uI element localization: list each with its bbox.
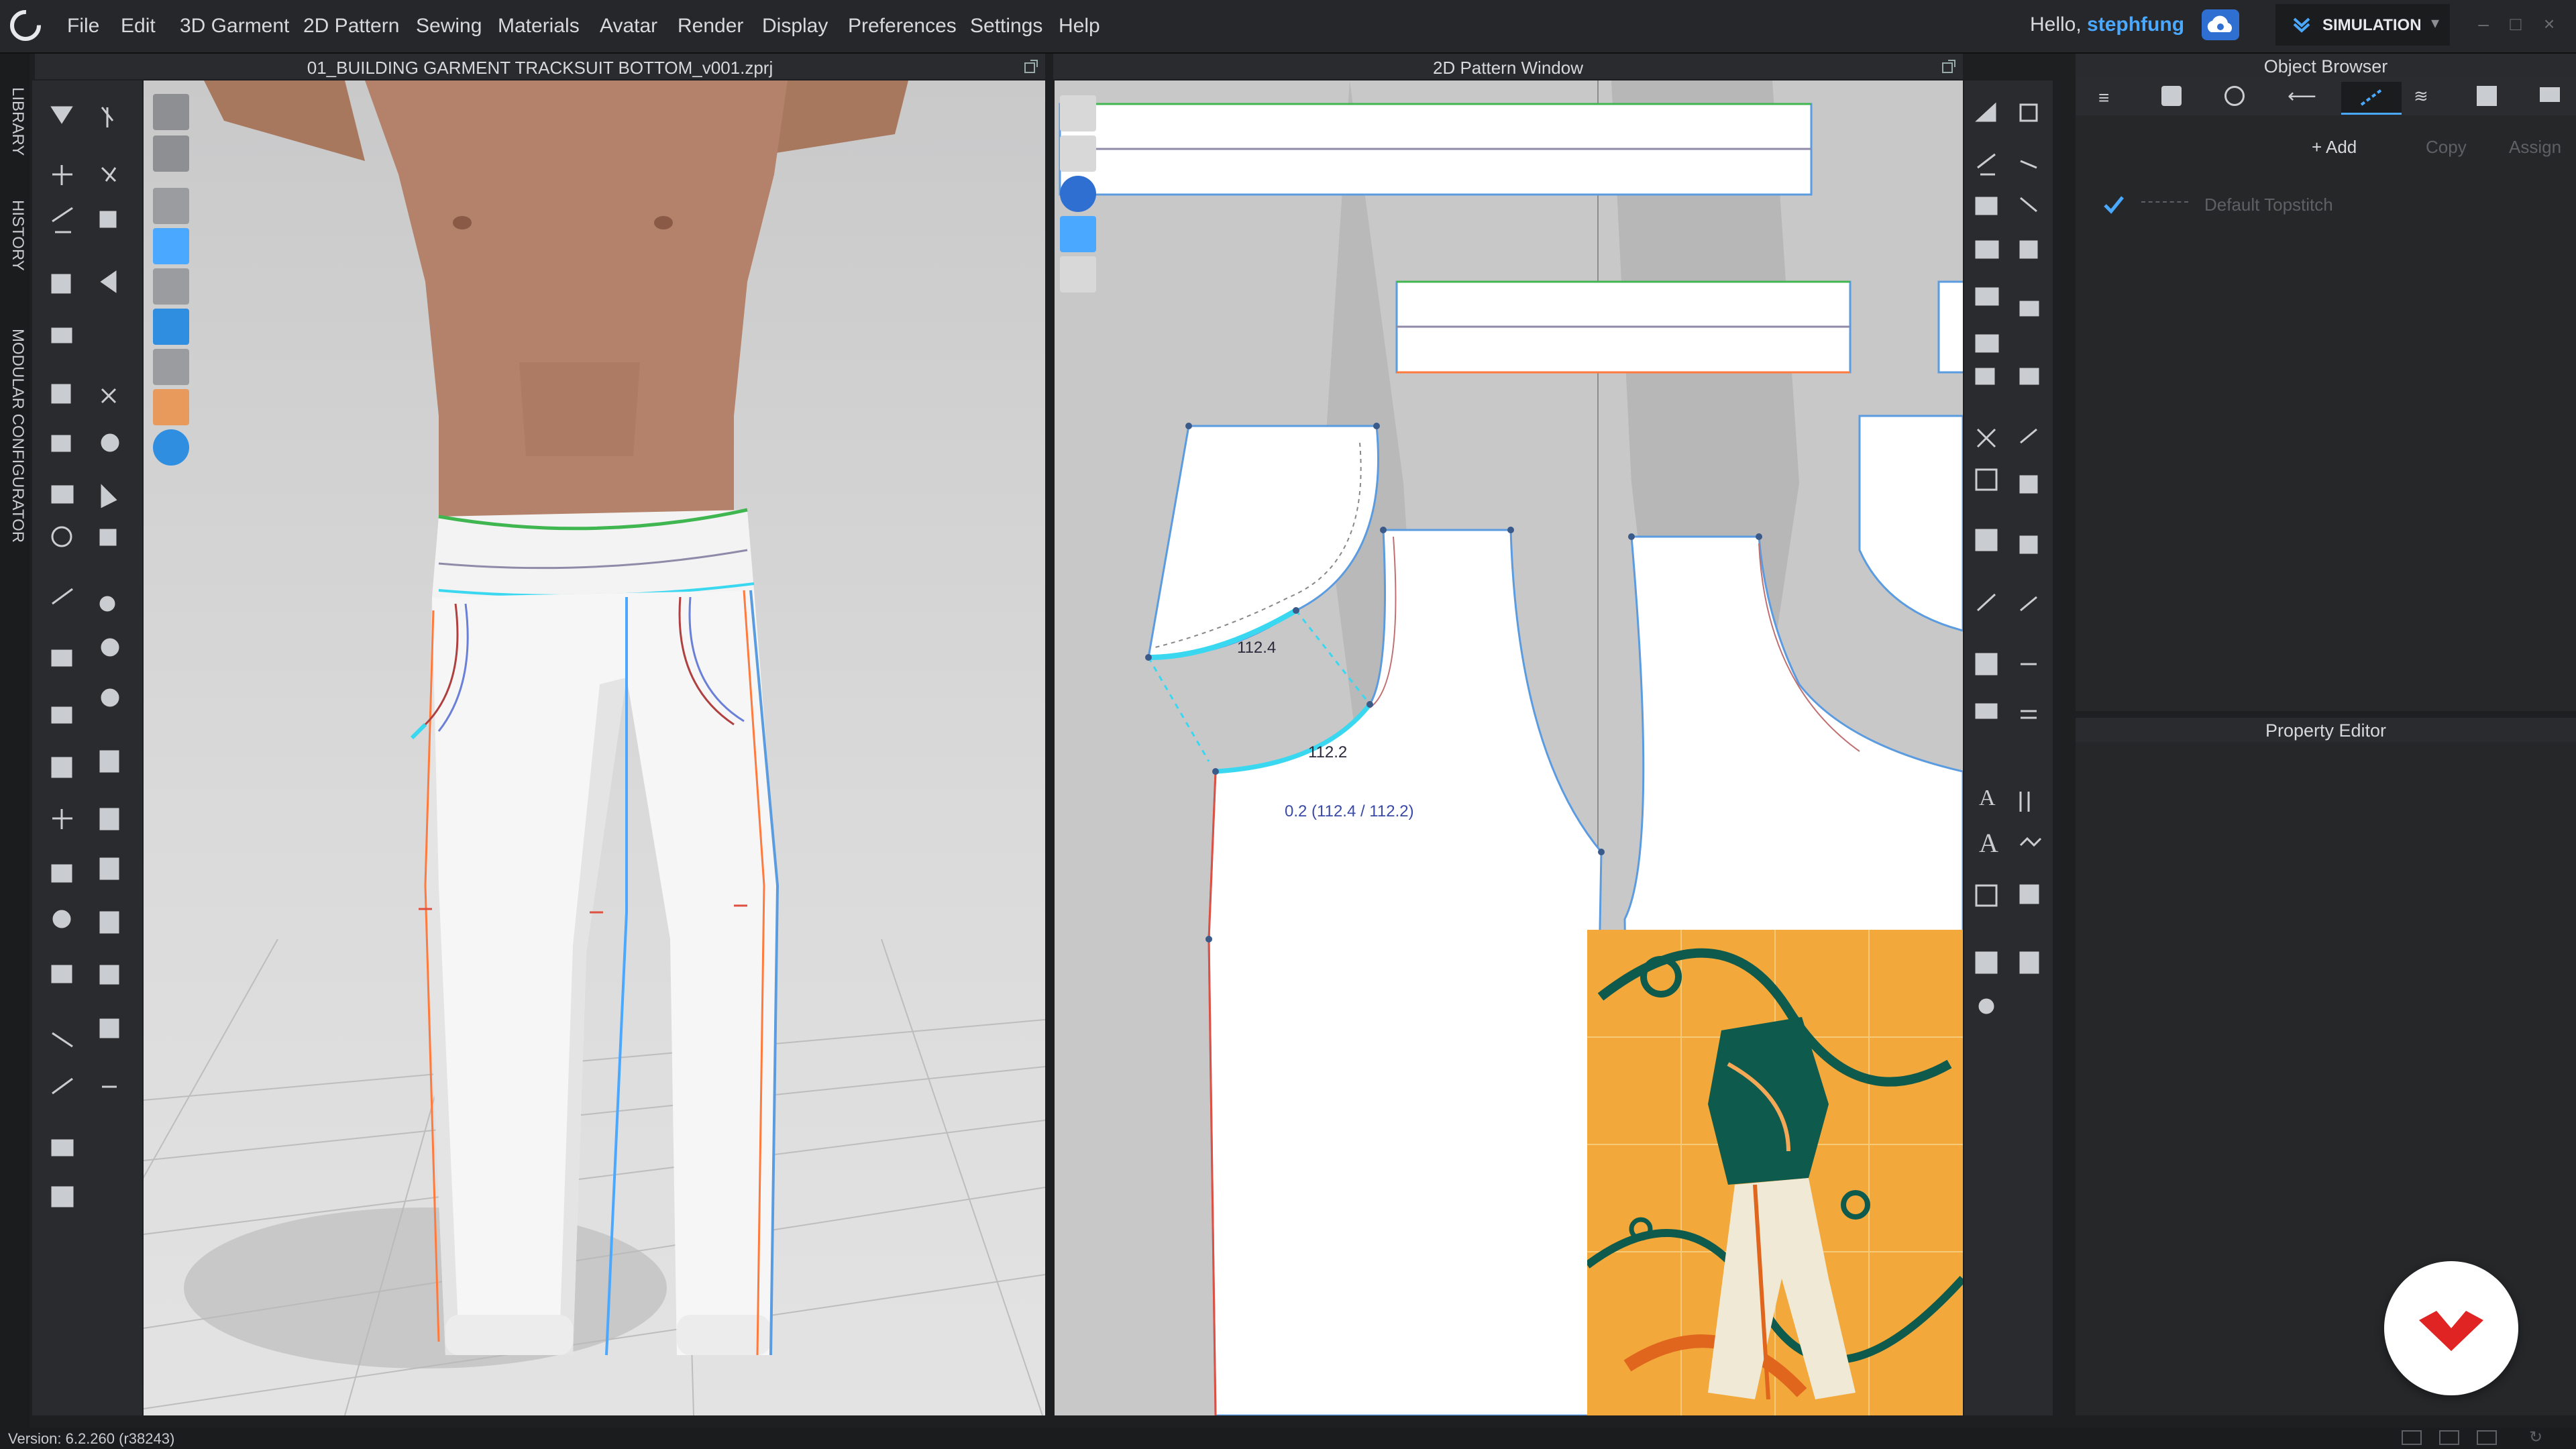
3d-window-title: 01_BUILDING GARMENT TRACKSUIT BOTTOM_v00… [307,58,773,78]
fabric-icon[interactable] [2161,86,2182,106]
menu-settings[interactable]: Settings [970,15,1042,38]
greeting-prefix: Hello, [2030,13,2082,36]
topstitch-icon [2360,89,2383,106]
tab-library[interactable]: LIBRARY [3,87,27,156]
button-icon[interactable] [2224,86,2245,106]
lock-icon[interactable] [1060,256,1096,292]
object-browser-tabs: ≡ ⟵ ≋ [2076,78,2576,115]
cloud-icon [2207,15,2233,32]
undock-icon[interactable] [1941,59,1956,74]
object-browser-panel: ≡ ⟵ ≋ + Add Copy Assign Default Topstitc… [2076,78,2576,711]
menu-materials[interactable]: Materials [498,15,580,38]
topstitch-name: Default Topstitch [2204,195,2333,215]
add-button[interactable]: + Add [2312,137,2357,166]
tab-history[interactable]: HISTORY [3,200,27,271]
maximize-icon[interactable]: □ [2504,12,2528,36]
username: stephfung [2087,13,2185,36]
minimize-icon[interactable]: – [2471,12,2496,36]
measure-label-b: 112.2 [1308,743,1348,761]
menu-edit[interactable]: Edit [121,15,156,38]
pattern-shirt-icon[interactable] [1060,136,1096,172]
garment-view-icon[interactable] [153,136,189,172]
property-editor-title: Property Editor [2265,720,2387,741]
trim-icon[interactable] [2477,86,2497,106]
app-logo-icon[interactable] [5,5,46,46]
avatar-skin-icon[interactable] [153,389,189,425]
3d-window-titlebar: 01_BUILDING GARMENT TRACKSUIT BOTTOM_v00… [35,54,1045,79]
2d-window-title: 2D Pattern Window [1433,58,1583,78]
avatar-pose-icon[interactable] [153,268,189,305]
2d-toolbar: A A [1964,80,2053,1415]
measure-label-a: 112.4 [1237,639,1277,657]
3d-viewport[interactable] [144,80,1045,1415]
2d-layout-icon[interactable] [2477,1430,2497,1445]
menu-preferences[interactable]: Preferences [848,15,957,38]
info-icon[interactable] [1060,176,1096,212]
menu-help[interactable]: Help [1059,15,1100,38]
3d-tool-icons [50,106,119,1208]
menu-file[interactable]: File [67,15,99,38]
3d-toolbar [32,80,142,1415]
2d-window-titlebar: 2D Pattern Window [1053,54,1963,79]
object-browser-title: Object Browser [2263,56,2388,76]
dropdown-arrow-icon: ▾ [2431,14,2440,32]
avatar-with-garment [204,80,908,1356]
list-icon[interactable]: ≡ [2098,87,2109,109]
status-bar: Version: 6.2.260 (r38243) ↻ [0,1428,2576,1449]
version-label: Version: 6.2.260 (r38243) [8,1430,175,1447]
property-editor-panel [2076,742,2576,1415]
menu-render[interactable]: Render [678,15,743,38]
pattern-outline-icon[interactable] [1060,95,1096,131]
layout-icon[interactable] [2402,1430,2422,1445]
list-item[interactable]: Default Topstitch [2102,189,2559,223]
menu-3d-garment[interactable]: 3D Garment [180,15,289,38]
topstitch-preview [2141,201,2188,203]
object-browser-titlebar: Object Browser [2076,54,2576,78]
pattern-display-icon[interactable] [153,228,189,264]
property-editor-titlebar: Property Editor [2076,718,2576,742]
environment-icon[interactable] [153,429,189,466]
texture-icon[interactable] [1060,216,1096,252]
puckering-icon[interactable]: ≋ [2414,86,2428,107]
avatar-view-icon[interactable] [153,94,189,130]
brand-logo-badge [2384,1261,2518,1395]
menu-avatar[interactable]: Avatar [600,15,657,38]
artwork-illustration [1587,930,1963,1415]
material-display-icon[interactable] [153,349,189,385]
copy-button[interactable]: Copy [2426,137,2467,166]
cloud-sync-button[interactable] [2202,9,2239,40]
shirt-display-icon[interactable] [153,188,189,224]
2d-tool-icons: A A [1975,102,2042,1014]
svg-text:A: A [1979,786,1996,810]
user-greeting[interactable]: Hello, stephfung [2030,13,2184,36]
2d-pattern-viewport[interactable]: 112.4 112.2 0.2 (112.4 / 112.2) [1055,80,1963,1415]
tab-modular-configurator[interactable]: MODULAR CONFIGURATOR [3,329,27,543]
menu-sewing[interactable]: Sewing [416,15,482,38]
zipper-icon[interactable]: ⟵ [2288,85,2316,108]
topstitch-tab[interactable] [2341,82,2402,115]
brand-logo-icon [2419,1311,2483,1351]
close-icon[interactable]: × [2537,12,2561,36]
2d-display-toolbar [1060,95,1096,297]
menu-2d-pattern[interactable]: 2D Pattern [303,15,399,38]
checkmark-icon [2104,196,2124,214]
menu-display[interactable]: Display [762,15,828,38]
reference-artwork [1587,930,1963,1415]
avatar-display-toolbar [153,94,189,470]
simulation-mode-selector[interactable]: SIMULATION ▾ [2275,4,2450,46]
measure-difference-label: 0.2 (112.4 / 112.2) [1285,802,1414,820]
refresh-icon[interactable]: ↻ [2529,1428,2542,1447]
svg-text:A: A [1979,828,1998,858]
undock-icon[interactable] [1024,59,1038,74]
mode-label: SIMULATION [2322,16,2422,34]
menu-bar: File Edit 3D Garment 2D Pattern Sewing M… [0,0,2576,54]
chevrons-down-icon [2293,17,2310,33]
fabric-texture-icon[interactable] [153,309,189,345]
side-tab-bar: LIBRARY HISTORY MODULAR CONFIGURATOR [0,54,30,1436]
3d-layout-icon[interactable] [2439,1430,2459,1445]
more-icon[interactable] [2540,87,2560,102]
assign-button[interactable]: Assign [2509,137,2561,166]
